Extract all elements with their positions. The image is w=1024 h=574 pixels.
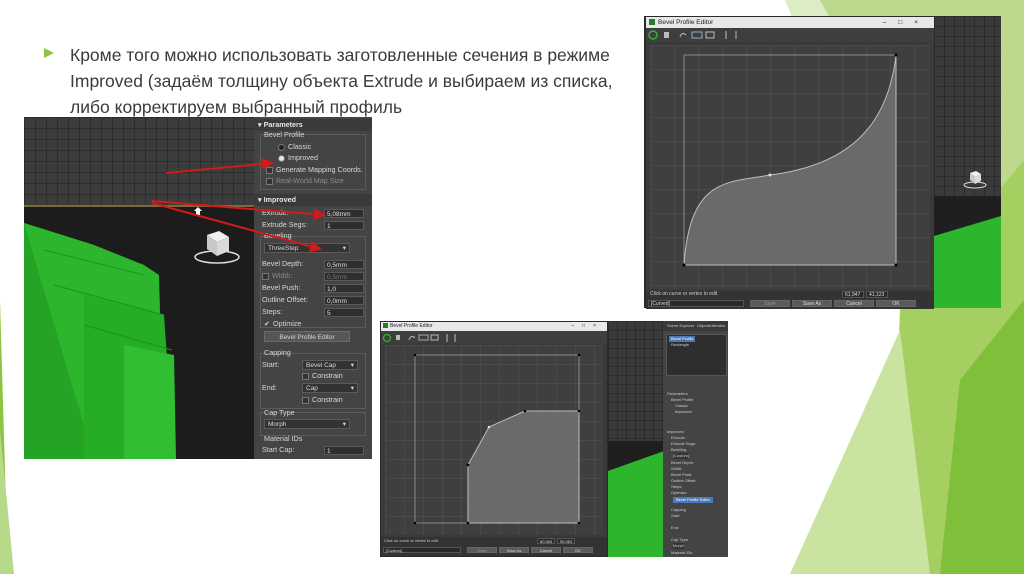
command-panel-mini: Scene Explorer Objects/Iterates Bevel Pr… (663, 321, 728, 557)
mini-improved[interactable]: Improved (675, 409, 692, 415)
tab-scene-explorer[interactable]: Scene Explorer (667, 323, 694, 329)
tab-objects[interactable]: Objects/Iterates (697, 323, 725, 329)
coord-y-field[interactable]: 55,963 (557, 538, 575, 544)
save-button[interactable]: Save (467, 547, 497, 553)
red-annotation-arrows (151, 157, 326, 253)
maximize-icon[interactable]: □ (898, 19, 914, 26)
toolbar-icons[interactable] (381, 332, 481, 344)
mini-end: End: (671, 525, 680, 530)
coord-x-field[interactable]: 61,947 (842, 291, 864, 298)
save-as-button[interactable]: Save As (499, 547, 529, 553)
maximize-icon[interactable]: □ (582, 323, 593, 329)
mini-start: Start: (671, 513, 681, 518)
profile-polyline[interactable] (385, 345, 603, 535)
close-icon[interactable]: × (914, 19, 930, 26)
ok-button[interactable]: OK (563, 547, 593, 553)
editor-toolbar (381, 331, 607, 343)
coord-x-field[interactable]: 60,963 (537, 538, 555, 544)
profile-curve[interactable] (650, 45, 930, 289)
bullet-arrow-icon (44, 48, 54, 58)
window-title: Bevel Profile Editor (658, 19, 714, 26)
save-as-button[interactable]: Save As (792, 300, 832, 307)
slide-body-text: Кроме того можно использовать заготовлен… (70, 45, 613, 117)
status-hint: Click on curve or vertex to edit (384, 538, 438, 543)
app-icon (649, 19, 655, 26)
save-button[interactable]: Save (750, 300, 790, 307)
cancel-button[interactable]: Cancel (834, 300, 874, 307)
mini-editor-button[interactable]: Bevel Profile Editor (673, 497, 714, 503)
minimize-icon[interactable]: – (883, 19, 899, 26)
mini-beveling-dropdown[interactable]: [Custom] (673, 453, 690, 459)
view-cube-icon[interactable] (962, 168, 988, 190)
mini-material-ids: Material IDs (671, 550, 693, 555)
bevel-profile-editor-window-2: Bevel Profile Editor –□× Click on curve … (381, 322, 607, 556)
modifier-stack-item[interactable]: Rectangle (671, 342, 689, 348)
close-icon[interactable]: × (593, 323, 604, 329)
bevel-profile-editor-window: Bevel Profile Editor –□× Click on curve … (646, 17, 934, 309)
cancel-button[interactable]: Cancel (531, 547, 561, 553)
extrude-settings-screenshot: ▾ Parameters Bevel Profile Classic Impro… (24, 117, 372, 459)
mini-morph[interactable]: Morph (673, 543, 685, 549)
app-icon (383, 323, 388, 329)
preset-dropdown[interactable]: [Custom] (383, 547, 461, 553)
preset-dropdown[interactable]: [Curved] (648, 300, 744, 307)
status-hint: Click on curve or vertex to edit (650, 291, 718, 297)
coord-y-field[interactable]: 41,123 (866, 291, 888, 298)
editor-toolbar (646, 28, 934, 42)
ok-button[interactable]: OK (876, 300, 916, 307)
toolbar-icons[interactable] (646, 28, 766, 42)
minimize-icon[interactable]: – (571, 323, 582, 329)
profile-canvas[interactable] (385, 345, 603, 535)
window-title: Bevel Profile Editor (390, 323, 433, 329)
profile-canvas[interactable] (650, 45, 930, 289)
mini-optimize[interactable]: Optimize (671, 490, 687, 496)
